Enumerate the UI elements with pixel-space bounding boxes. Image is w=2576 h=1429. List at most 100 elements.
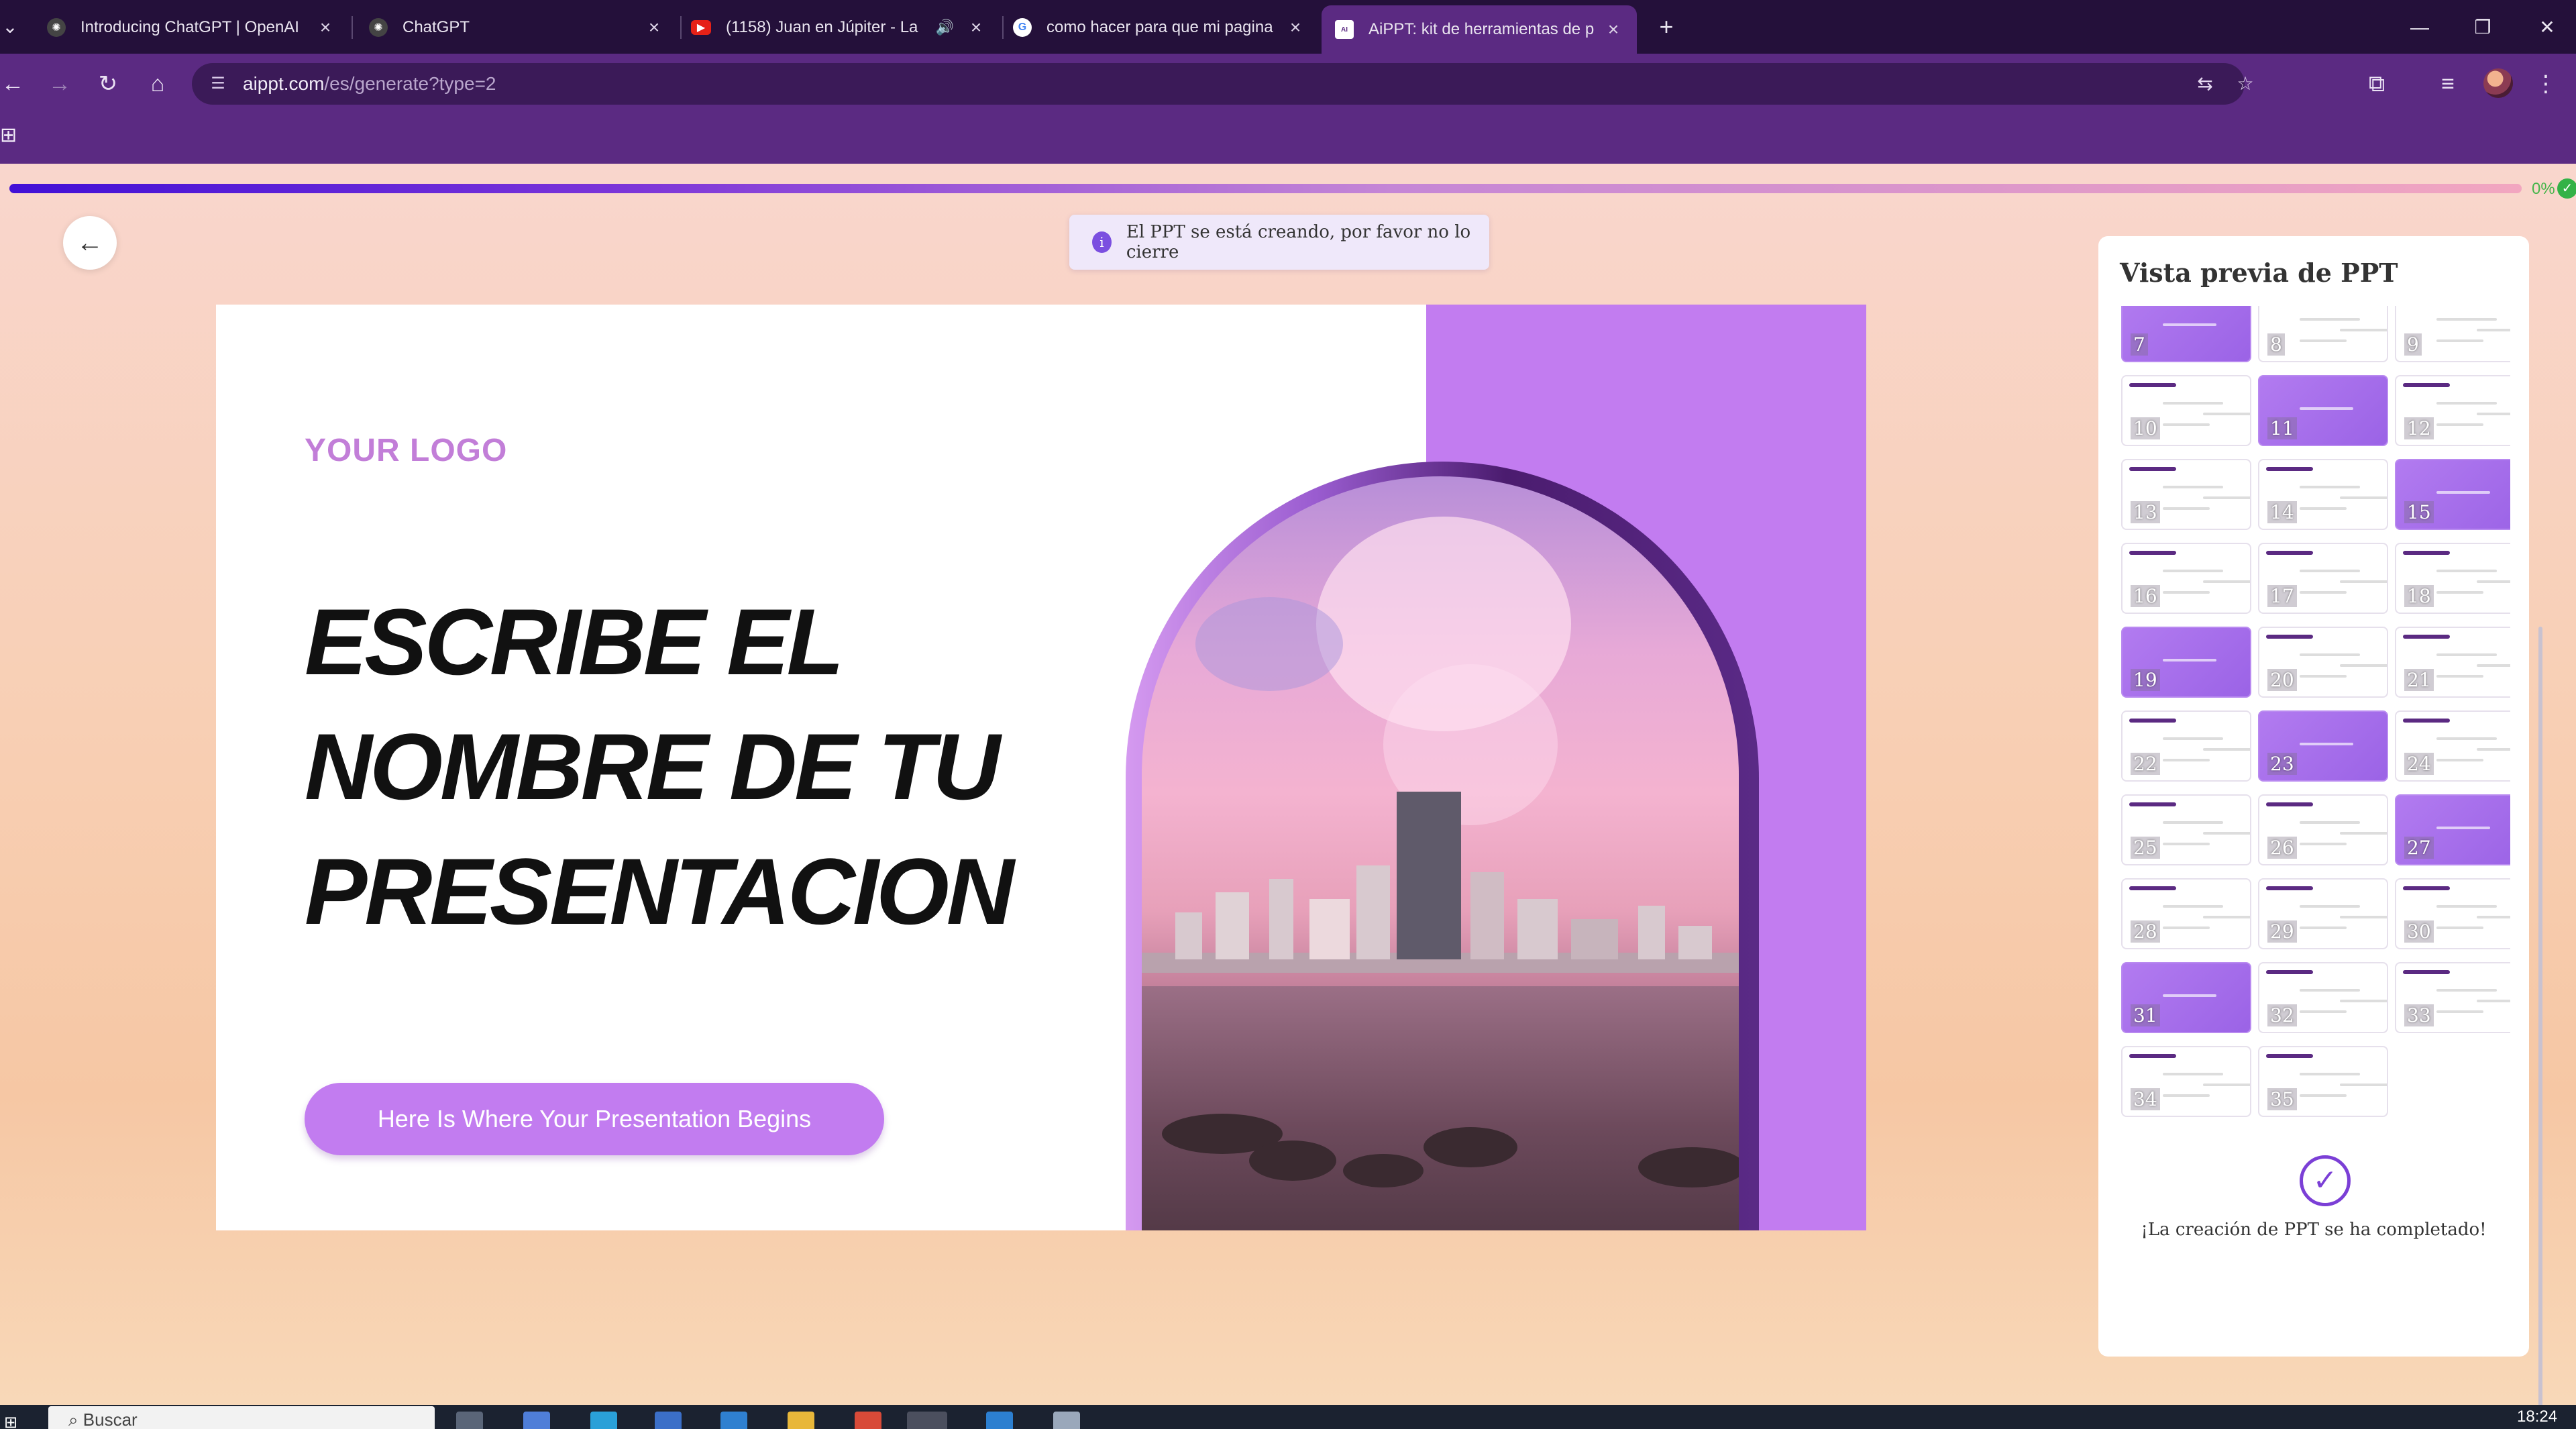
toast-notification: i El PPT se está creando, por favor no l…: [1069, 215, 1489, 270]
address-bar[interactable]: ☰ aippt.com/es/generate?type=2 ⇆ ☆: [192, 63, 2254, 105]
task-view-icon[interactable]: [456, 1412, 483, 1429]
thumbnail-number: 15: [2404, 501, 2434, 523]
tab-openai[interactable]: ✺ Introducing ChatGPT | OpenAI ×: [34, 7, 349, 48]
store-icon[interactable]: [655, 1412, 682, 1429]
slide-title: ESCRIBE EL NOMBRE DE TU PRESENTACION: [305, 589, 1014, 944]
close-icon[interactable]: ×: [315, 17, 335, 38]
thumbnail-number: 22: [2131, 753, 2160, 775]
app-icon[interactable]: [1053, 1412, 1080, 1429]
tab-separator: [352, 16, 353, 39]
url-text[interactable]: aippt.com/es/generate?type=2: [243, 63, 496, 105]
slide-thumbnail[interactable]: 8: [2258, 306, 2388, 362]
tab-chatgpt[interactable]: ✺ ChatGPT ×: [356, 7, 678, 48]
thumbnail-number: 20: [2267, 669, 2297, 691]
slide-thumbnail[interactable]: 33: [2395, 962, 2510, 1033]
toast-message: El PPT se está creando, por favor no lo …: [1126, 222, 1471, 262]
slide-thumbnail[interactable]: 30: [2395, 878, 2510, 949]
thumbnail-number: 21: [2404, 669, 2434, 691]
apps-grid-icon[interactable]: ⊞: [0, 122, 20, 149]
slide-thumbnail[interactable]: 12: [2395, 375, 2510, 446]
file-explorer-icon[interactable]: [788, 1412, 814, 1429]
slide-thumbnail[interactable]: 18: [2395, 543, 2510, 614]
thumbnail-grid: 7 8 9 10 11 12 13 14 15 16 17 18 19 20 21 22 23 24 25 26 27 2…: [2121, 306, 2510, 1131]
slide-thumbnail[interactable]: 22: [2121, 710, 2251, 782]
edge-icon[interactable]: [590, 1412, 617, 1429]
slide-thumbnail[interactable]: 17: [2258, 543, 2388, 614]
translate-icon[interactable]: ⇆: [2191, 70, 2219, 98]
thumbnail-number: 13: [2131, 501, 2160, 523]
slide-thumbnail[interactable]: 16: [2121, 543, 2251, 614]
taskbar-clock: 18:24: [2517, 1408, 2558, 1426]
progress-bar: [9, 184, 2522, 193]
windows-start-icon[interactable]: ⊞: [4, 1413, 23, 1429]
slide-thumbnail[interactable]: 19: [2121, 627, 2251, 698]
slide-thumbnail[interactable]: 31: [2121, 962, 2251, 1033]
info-icon: i: [1092, 231, 1112, 253]
forward-arrow-icon[interactable]: →: [43, 67, 76, 101]
city-sunset-photo: [1142, 476, 1739, 1230]
youtube-icon: ▶: [691, 20, 711, 35]
thumbnail-number: 12: [2404, 417, 2434, 439]
extensions-icon[interactable]: ⧉: [2360, 67, 2394, 101]
slide-thumbnail[interactable]: 24: [2395, 710, 2510, 782]
chrome-active-icon[interactable]: [907, 1412, 947, 1429]
slide-thumbnail[interactable]: 32: [2258, 962, 2388, 1033]
thumbnail-number: 31: [2131, 1004, 2160, 1026]
menu-kebab-icon[interactable]: ⋮: [2529, 67, 2563, 101]
tab-search-icon[interactable]: ⌄: [0, 13, 20, 40]
back-arrow-icon[interactable]: ←: [0, 67, 30, 101]
slide-thumbnail[interactable]: 13: [2121, 459, 2251, 530]
chrome-icon[interactable]: [855, 1412, 881, 1429]
vscode-icon[interactable]: [986, 1412, 1013, 1429]
tab-google[interactable]: G como hacer para que mi pagina ×: [1000, 7, 1319, 48]
slide-thumbnail[interactable]: 28: [2121, 878, 2251, 949]
thumbnail-number: 24: [2404, 753, 2434, 775]
copilot-icon[interactable]: [523, 1412, 550, 1429]
media-control-icon[interactable]: ≡: [2431, 67, 2465, 101]
slide-thumbnail[interactable]: 14: [2258, 459, 2388, 530]
speaker-icon[interactable]: 🔊: [936, 19, 954, 36]
mail-icon[interactable]: [720, 1412, 747, 1429]
slide-thumbnail[interactable]: 34: [2121, 1046, 2251, 1117]
new-tab-icon[interactable]: +: [1652, 12, 1681, 42]
slide-thumbnail[interactable]: 11: [2258, 375, 2388, 446]
scrollbar[interactable]: [2538, 627, 2542, 1429]
slide-thumbnail[interactable]: 20: [2258, 627, 2388, 698]
tab-aippt[interactable]: AI AiPPT: kit de herramientas de p ×: [1322, 5, 1637, 54]
thumbnail-number: 32: [2267, 1004, 2297, 1026]
home-icon[interactable]: ⌂: [141, 67, 174, 101]
slide-thumbnail[interactable]: 21: [2395, 627, 2510, 698]
bookmark-star-icon[interactable]: ☆: [2231, 70, 2259, 98]
close-icon[interactable]: ×: [966, 17, 986, 38]
profile-avatar[interactable]: [2483, 68, 2513, 98]
back-button[interactable]: ←: [63, 216, 117, 270]
thumbnail-number: 16: [2131, 585, 2160, 607]
close-window-icon[interactable]: ✕: [2530, 11, 2564, 44]
tab-youtube[interactable]: ▶ (1158) Juan en Júpiter - La 🔊 ×: [678, 7, 1000, 48]
slide-thumbnail[interactable]: 25: [2121, 794, 2251, 865]
taskbar-search[interactable]: ⌕ Buscar: [48, 1406, 435, 1429]
completion-message: ¡La creación de PPT se ha completado!: [2141, 1220, 2487, 1240]
thumbnail-number: 14: [2267, 501, 2297, 523]
slide-thumbnail[interactable]: 29: [2258, 878, 2388, 949]
restore-icon[interactable]: ❐: [2466, 11, 2500, 44]
slide-thumbnail[interactable]: 9: [2395, 306, 2510, 362]
reload-icon[interactable]: ↻: [91, 67, 125, 101]
slide-thumbnail[interactable]: 23: [2258, 710, 2388, 782]
slide-thumbnail[interactable]: 10: [2121, 375, 2251, 446]
slide-thumbnail[interactable]: 15: [2395, 459, 2510, 530]
thumbnail-number: 26: [2267, 837, 2297, 859]
close-icon[interactable]: ×: [644, 17, 664, 38]
site-info-icon[interactable]: ☰: [204, 70, 232, 98]
slide-thumbnail[interactable]: 35: [2258, 1046, 2388, 1117]
slide-thumbnail[interactable]: 26: [2258, 794, 2388, 865]
thumbnail-number: 27: [2404, 837, 2434, 859]
slide-thumbnail[interactable]: 27: [2395, 794, 2510, 865]
minimize-icon[interactable]: —: [2403, 11, 2436, 44]
progress-fill: [9, 184, 2522, 193]
close-icon[interactable]: ×: [1285, 17, 1305, 38]
slide-thumbnail[interactable]: 7: [2121, 306, 2251, 362]
thumbnail-number: 35: [2267, 1088, 2297, 1110]
thumbnail-number: 33: [2404, 1004, 2434, 1026]
close-icon[interactable]: ×: [1603, 19, 1623, 40]
